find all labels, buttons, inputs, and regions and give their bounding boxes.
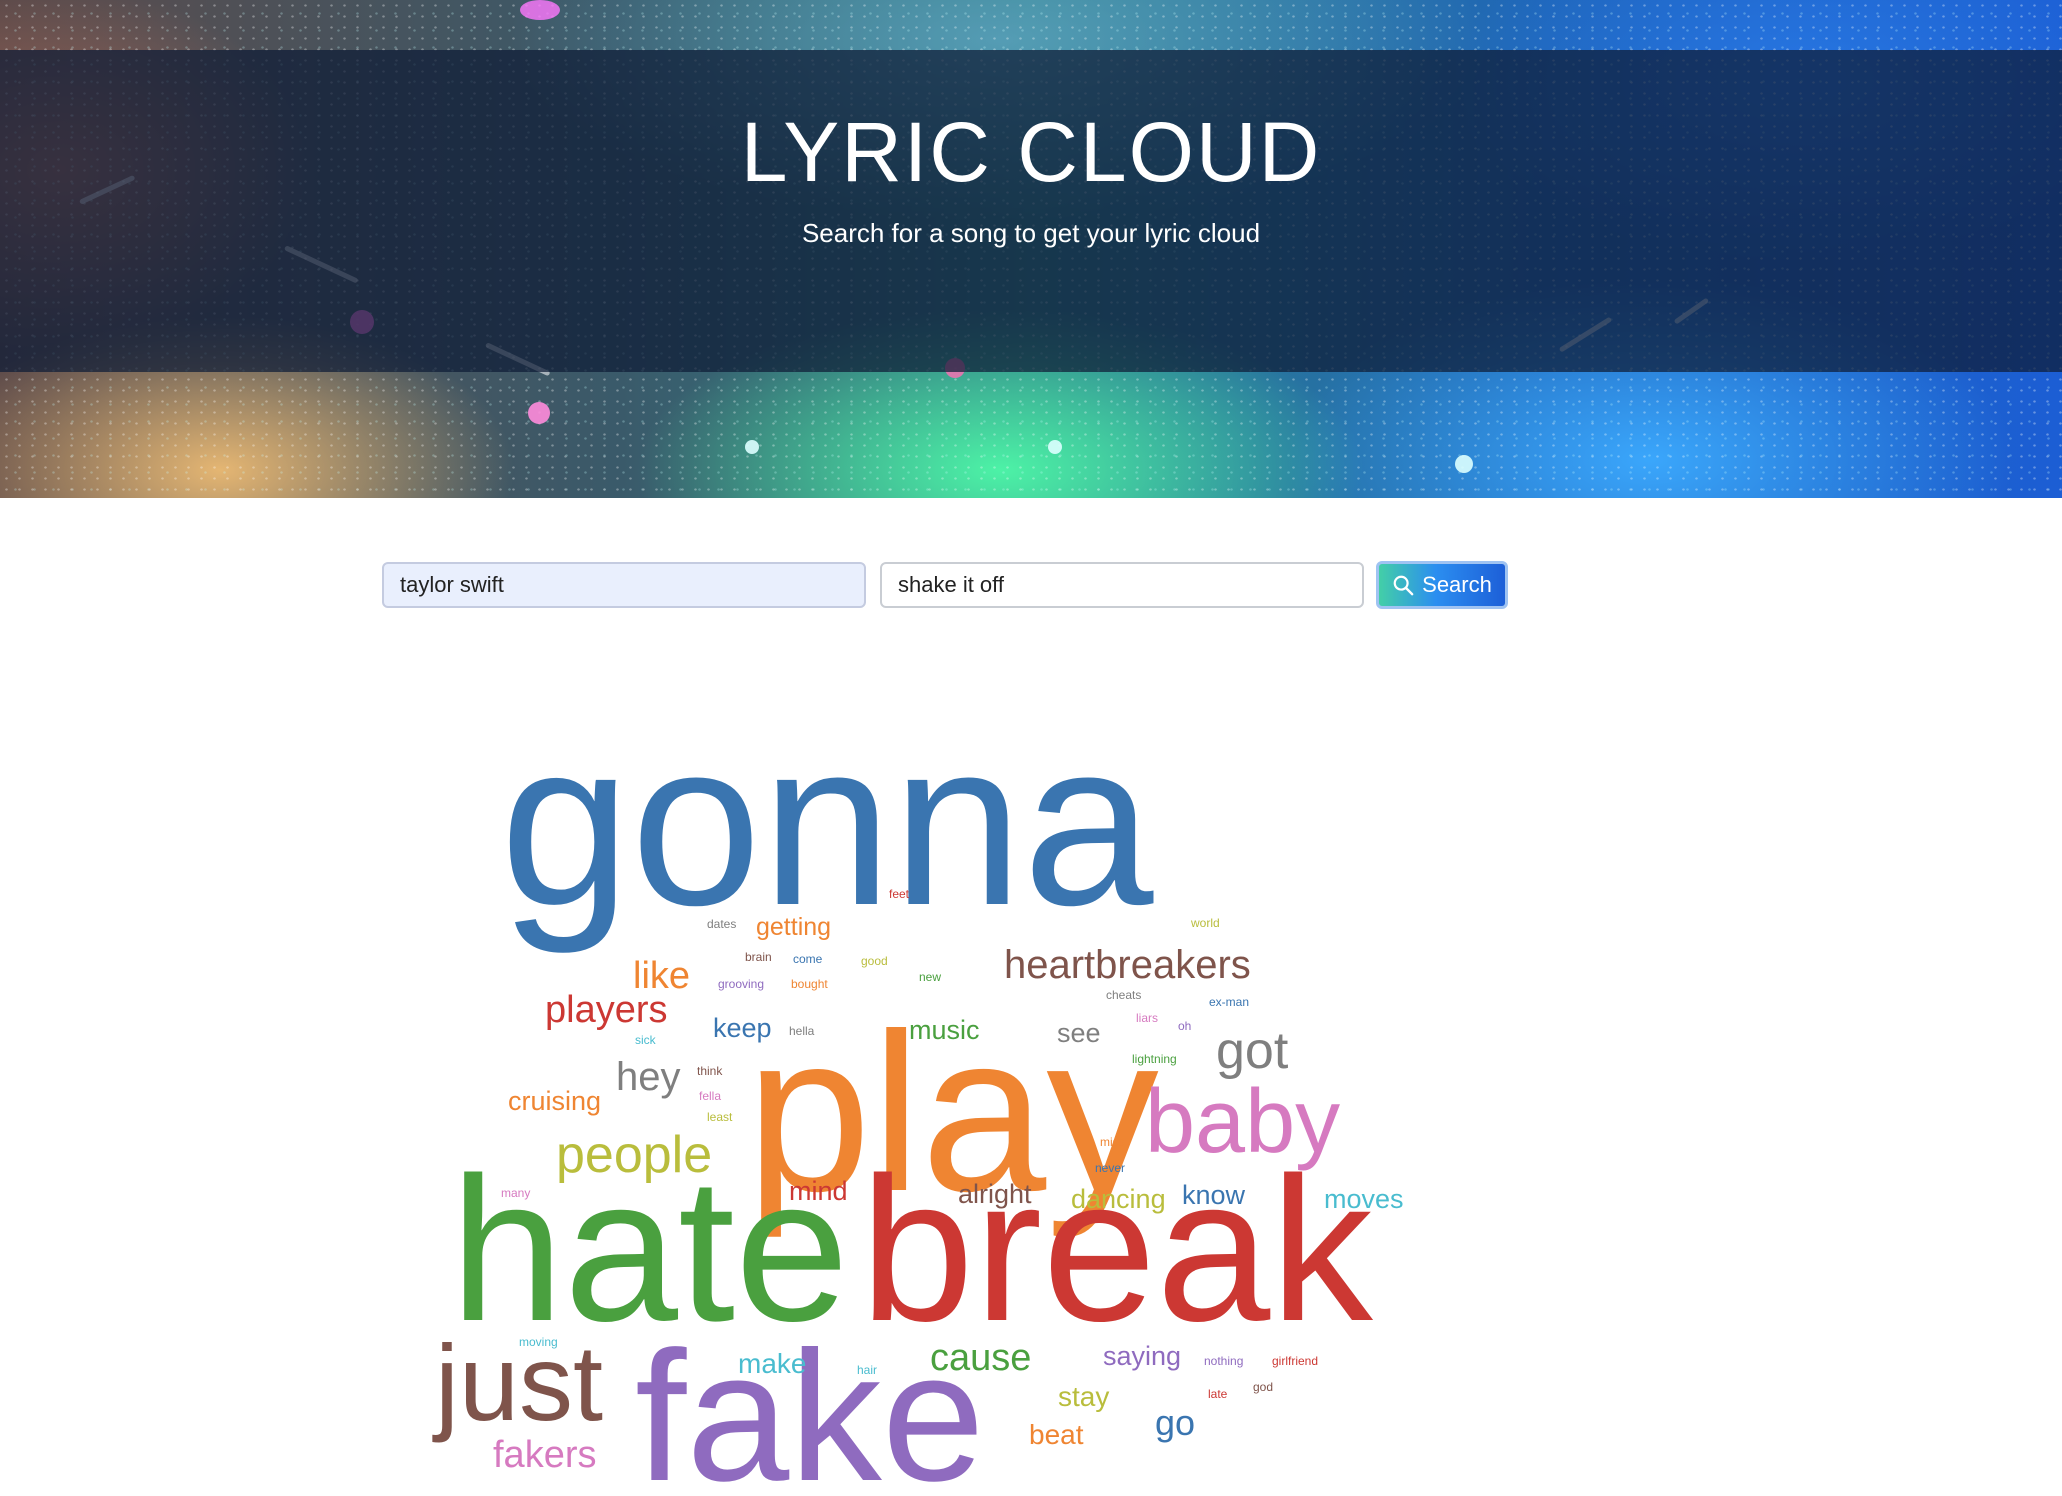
cloud-word: people — [556, 1126, 712, 1184]
cloud-word: keep — [713, 1013, 772, 1043]
cloud-word: sick — [635, 1033, 657, 1047]
cloud-word: oh — [1178, 1019, 1191, 1033]
cloud-word: beat — [1029, 1419, 1084, 1450]
cloud-word: know — [1182, 1180, 1246, 1210]
cloud-word: stay — [1058, 1381, 1109, 1412]
cloud-word: feet — [889, 887, 910, 901]
cloud-word: new — [919, 970, 941, 984]
cloud-word: bought — [791, 977, 828, 991]
cloud-word: music — [909, 1015, 980, 1045]
cloud-word: many — [501, 1186, 530, 1200]
cloud-word: never — [1095, 1161, 1125, 1175]
cloud-word: got — [1216, 1022, 1289, 1080]
cloud-word: come — [793, 952, 823, 966]
cloud-word: world — [1190, 916, 1220, 930]
cloud-word: mind — [789, 1176, 848, 1206]
cloud-word: cause — [930, 1337, 1031, 1379]
cloud-word: cheats — [1106, 988, 1141, 1002]
cloud-word: baby — [1145, 1072, 1340, 1172]
cloud-word: god — [1253, 1380, 1273, 1394]
cloud-word: lightning — [1132, 1052, 1177, 1066]
cloud-word: ex-man — [1209, 995, 1249, 1009]
cloud-word: nothing — [1204, 1354, 1243, 1368]
cloud-word: fella — [699, 1089, 721, 1103]
cloud-word: think — [697, 1064, 723, 1078]
cloud-word: moves — [1324, 1184, 1404, 1214]
cloud-word: go — [1155, 1402, 1195, 1443]
cloud-word: girlfriend — [1272, 1354, 1318, 1368]
cloud-word: moving — [519, 1335, 558, 1349]
cloud-word: dates — [707, 917, 736, 931]
cloud-word: hair — [857, 1363, 877, 1377]
cloud-word: dancing — [1071, 1184, 1166, 1214]
cloud-word: good — [861, 954, 888, 968]
cloud-word: saying — [1103, 1341, 1181, 1371]
lyric-cloud: gonnaplayhate breakfakejustbabypeoplegoth… — [432, 691, 1404, 1496]
cloud-word: least — [707, 1110, 733, 1124]
cloud-word: brain — [745, 950, 772, 964]
cloud-word: see — [1057, 1018, 1101, 1048]
cloud-word: make — [738, 1348, 806, 1379]
cloud-word: just — [432, 1322, 603, 1443]
cloud-word: like — [633, 955, 690, 997]
cloud-word: hey — [616, 1055, 681, 1099]
cloud-word: grooving — [718, 977, 764, 991]
cloud-word: getting — [756, 913, 831, 941]
cloud-word: hella — [789, 1024, 815, 1038]
cloud-word: cruising — [508, 1086, 601, 1116]
cloud-word: fakers — [493, 1434, 596, 1476]
cloud-word: liars — [1136, 1011, 1158, 1025]
cloud-word: late — [1208, 1387, 1228, 1401]
cloud-word: alright — [958, 1179, 1032, 1209]
cloud-word: heartbreakers — [1004, 943, 1251, 987]
cloud-word: miss — [1100, 1135, 1125, 1149]
